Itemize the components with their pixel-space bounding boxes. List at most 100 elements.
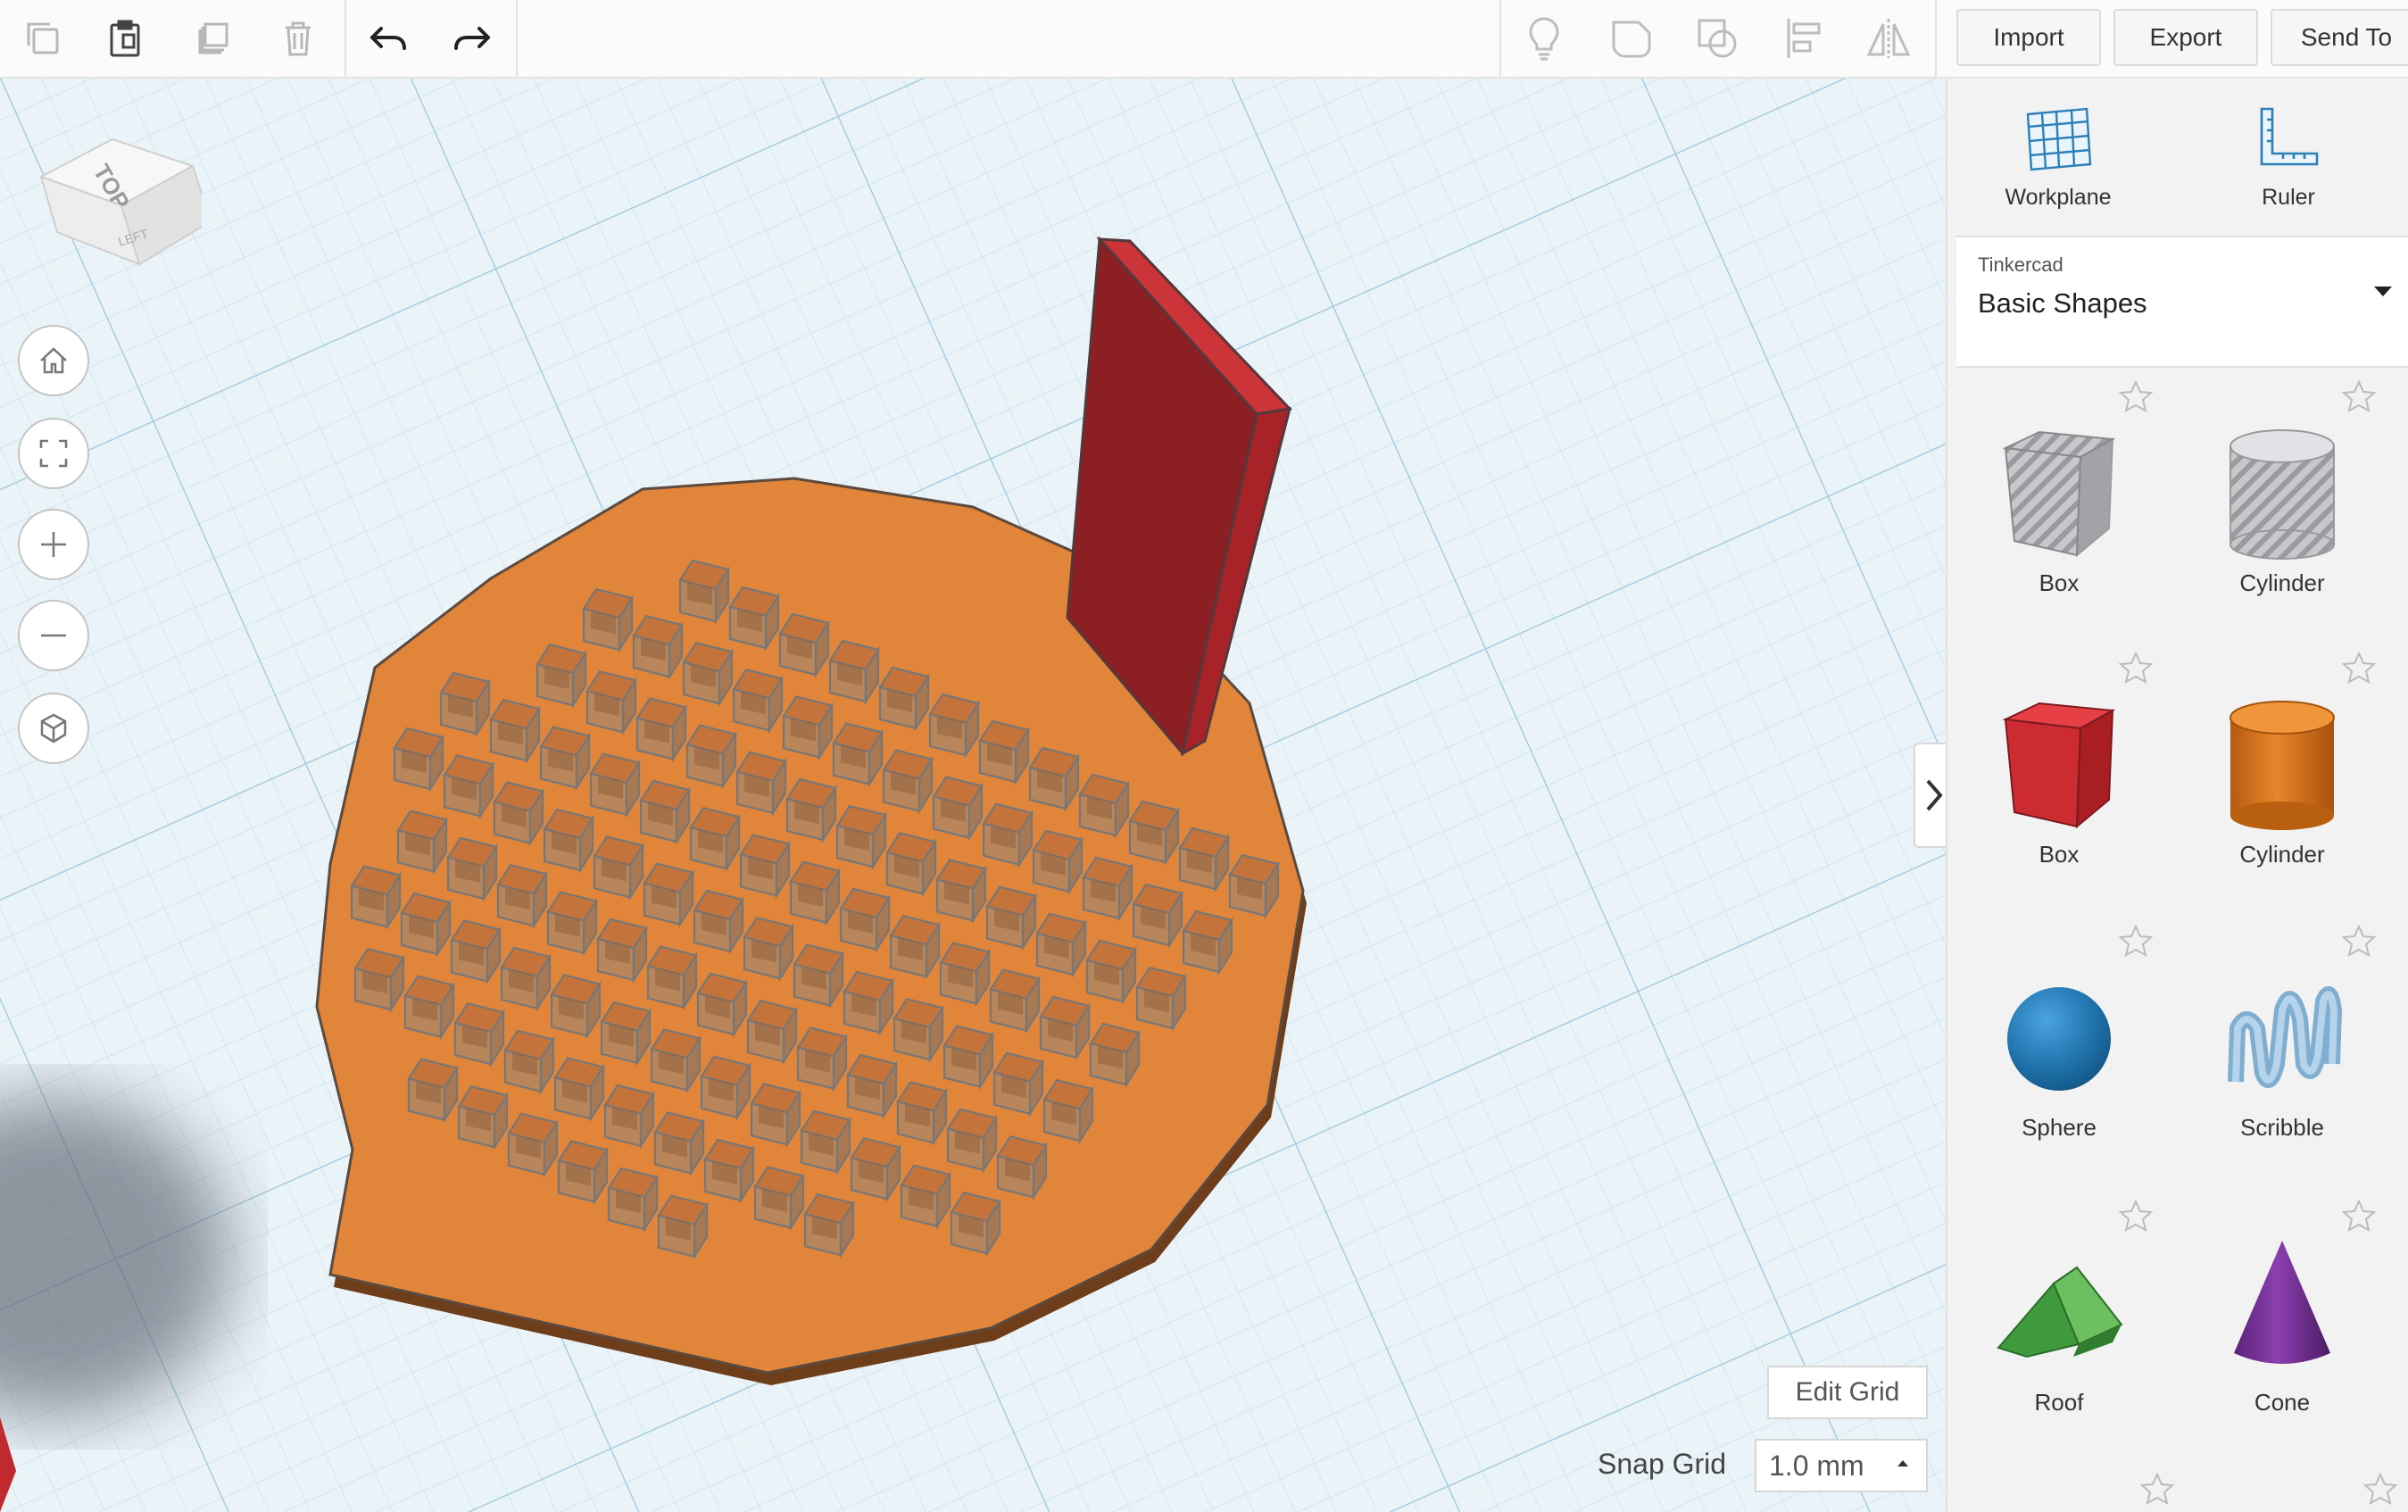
- star-icon[interactable]: [2340, 1198, 2378, 1235]
- hole-box[interactable]: [996, 1135, 1048, 1199]
- star-icon[interactable]: [2117, 1198, 2155, 1235]
- ruler-tool[interactable]: Ruler: [2190, 105, 2387, 211]
- hole-box[interactable]: [403, 975, 455, 1038]
- hole-box[interactable]: [632, 615, 684, 678]
- hole-box[interactable]: [585, 670, 637, 734]
- hole-box[interactable]: [553, 1057, 605, 1120]
- hole-box[interactable]: [942, 1025, 994, 1088]
- hole-box[interactable]: [407, 1058, 459, 1121]
- snap-grid-select[interactable]: 1.0 mm: [1755, 1439, 1928, 1492]
- hole-box[interactable]: [882, 749, 934, 812]
- hole-box[interactable]: [446, 836, 498, 900]
- shape-roof[interactable]: Roof: [1947, 1198, 2171, 1469]
- hole-box[interactable]: [843, 970, 894, 1034]
- hole-box[interactable]: [735, 751, 787, 814]
- hole-box[interactable]: [678, 559, 730, 623]
- hole-box[interactable]: [1039, 995, 1091, 1059]
- hole-box[interactable]: [850, 1137, 901, 1200]
- star-icon[interactable]: [2117, 378, 2155, 416]
- view-cube[interactable]: TOP LEFT: [32, 105, 212, 275]
- shape-cone[interactable]: Cone: [2171, 1198, 2394, 1469]
- hole-box[interactable]: [1228, 853, 1280, 918]
- hole-box[interactable]: [503, 1029, 555, 1092]
- star-icon[interactable]: [2340, 923, 2378, 960]
- hole-box[interactable]: [507, 1112, 559, 1176]
- hole-box[interactable]: [543, 808, 594, 872]
- shape-scribble[interactable]: Scribble: [2171, 923, 2394, 1194]
- hole-box[interactable]: [889, 915, 941, 978]
- hole-box[interactable]: [635, 697, 687, 760]
- hole-box[interactable]: [732, 669, 784, 732]
- fit-view-button[interactable]: [18, 418, 89, 489]
- shape-library-dropdown[interactable]: Tinkercad Basic Shapes: [1956, 236, 2408, 368]
- hole-box[interactable]: [589, 752, 641, 816]
- hole-box[interactable]: [450, 919, 502, 983]
- hole-box[interactable]: [1085, 939, 1137, 1003]
- hole-box[interactable]: [557, 1140, 609, 1203]
- delete-button[interactable]: [257, 0, 339, 77]
- hole-box[interactable]: [439, 671, 491, 735]
- hole-box[interactable]: [985, 885, 1037, 949]
- redo-button[interactable]: [430, 0, 512, 77]
- shape-sphere[interactable]: Sphere: [1947, 923, 2171, 1194]
- hole-box[interactable]: [689, 807, 741, 870]
- hole-box[interactable]: [546, 891, 598, 954]
- hole-box[interactable]: [350, 865, 402, 928]
- edit-grid-button[interactable]: Edit Grid: [1767, 1366, 1928, 1419]
- import-button[interactable]: Import: [1956, 9, 2101, 66]
- hole-box[interactable]: [896, 1081, 948, 1144]
- hole-box[interactable]: [1035, 912, 1087, 976]
- hole-box[interactable]: [1178, 827, 1230, 891]
- hole-box[interactable]: [846, 1053, 898, 1117]
- star-icon[interactable]: [2117, 923, 2155, 960]
- hole-box[interactable]: [400, 892, 452, 956]
- hole-box[interactable]: [596, 918, 648, 982]
- hole-box[interactable]: [1028, 746, 1080, 810]
- workplane-scene[interactable]: [0, 79, 1946, 1512]
- hole-box[interactable]: [900, 1164, 951, 1227]
- hole-box[interactable]: [1078, 773, 1130, 837]
- hole-box[interactable]: [443, 754, 494, 818]
- hole-box[interactable]: [950, 1192, 1001, 1255]
- star-icon[interactable]: [2362, 1471, 2399, 1508]
- hole-box[interactable]: [653, 1111, 705, 1175]
- hole-box[interactable]: [800, 1109, 851, 1173]
- hole-box[interactable]: [682, 642, 734, 705]
- hole-box[interactable]: [657, 1194, 709, 1258]
- hole-box[interactable]: [739, 834, 791, 897]
- shape-cylinder-hole[interactable]: Cylinder: [2171, 379, 2394, 650]
- hole-box[interactable]: [832, 722, 884, 785]
- hole-box[interactable]: [607, 1167, 659, 1231]
- notes-button[interactable]: [1503, 0, 1585, 77]
- hole-box[interactable]: [593, 835, 644, 899]
- hole-box[interactable]: [728, 586, 780, 650]
- hole-box[interactable]: [978, 719, 1030, 784]
- hole-box[interactable]: [457, 1085, 509, 1149]
- hole-box[interactable]: [650, 1028, 702, 1092]
- hole-box[interactable]: [803, 1193, 855, 1257]
- zoom-in-button[interactable]: [18, 509, 89, 580]
- undo-button[interactable]: [348, 0, 430, 77]
- hole-box[interactable]: [1032, 829, 1084, 893]
- hole-box[interactable]: [1089, 1022, 1141, 1086]
- shape-cylinder[interactable]: Cylinder: [2171, 651, 2394, 921]
- hole-box[interactable]: [603, 1084, 655, 1148]
- hole-box[interactable]: [796, 1026, 848, 1090]
- hole-box[interactable]: [992, 1051, 1044, 1115]
- export-button[interactable]: Export: [2113, 9, 2258, 66]
- zoom-out-button[interactable]: [18, 600, 89, 671]
- hole-box[interactable]: [793, 943, 844, 1007]
- mirror-button[interactable]: [1848, 0, 1930, 77]
- hole-box[interactable]: [789, 860, 841, 924]
- star-icon[interactable]: [2117, 650, 2155, 687]
- hole-box[interactable]: [989, 968, 1041, 1032]
- hole-box[interactable]: [1132, 883, 1183, 947]
- hole-box[interactable]: [1042, 1079, 1094, 1142]
- star-icon[interactable]: [2138, 1471, 2176, 1508]
- home-view-button[interactable]: [18, 325, 89, 396]
- shape-box[interactable]: Box: [1947, 650, 2171, 921]
- hole-box[interactable]: [1182, 910, 1233, 974]
- hole-box[interactable]: [700, 1055, 751, 1118]
- hole-box[interactable]: [393, 727, 444, 791]
- workplane-viewport[interactable]: TOP LEFT Edit Grid Snap Grid 1.0 mm: [0, 79, 1946, 1512]
